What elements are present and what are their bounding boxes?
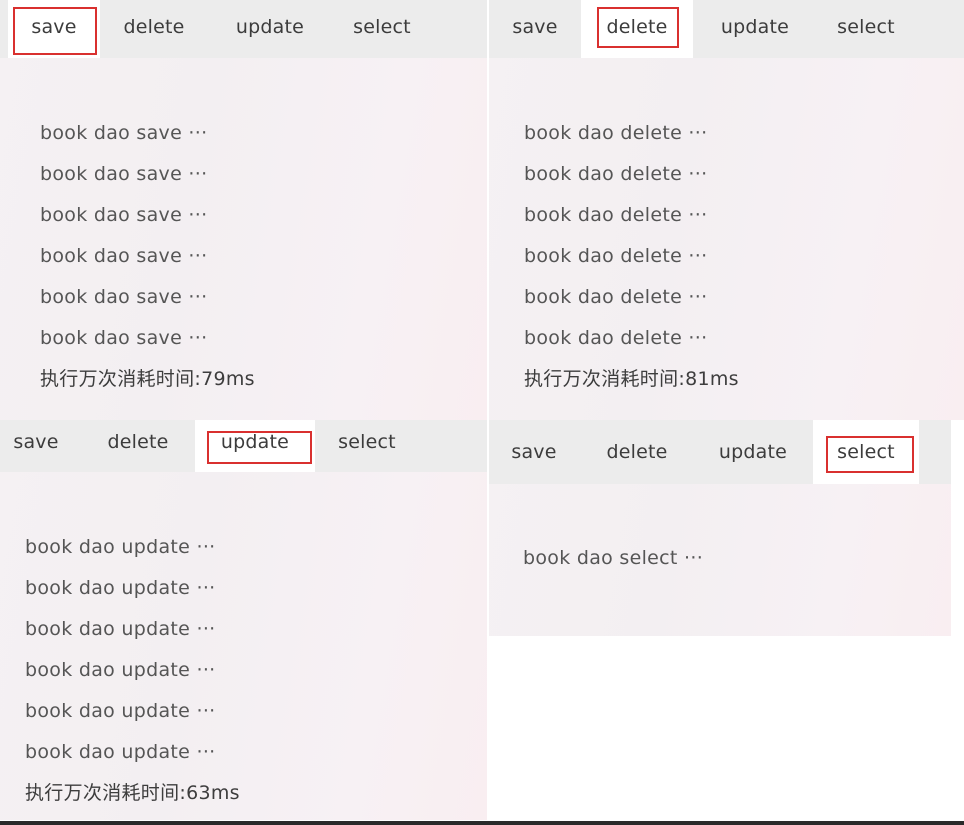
tab-update[interactable]: update bbox=[703, 420, 803, 484]
output-line: book dao save ··· bbox=[40, 327, 208, 349]
bottom-border bbox=[0, 821, 964, 825]
output-list: book dao save ··· book dao save ··· book… bbox=[40, 119, 255, 406]
output-line: book dao save ··· bbox=[40, 122, 208, 144]
tab-label: delete bbox=[107, 431, 169, 453]
tab-update[interactable]: update bbox=[195, 420, 315, 472]
output-line: book dao select ··· bbox=[523, 547, 704, 569]
output-line: book dao delete ··· bbox=[524, 327, 708, 349]
tab-update[interactable]: update bbox=[222, 0, 318, 58]
tab-select[interactable]: select bbox=[819, 0, 913, 58]
tab-label: select bbox=[338, 431, 396, 453]
tab-label: save bbox=[13, 431, 59, 453]
elapsed-time-result: 执行万次消耗时间:81ms bbox=[524, 368, 739, 390]
panel-save: save delete update select book dao save … bbox=[0, 0, 487, 420]
tab-select[interactable]: select bbox=[336, 0, 428, 58]
output-line: book dao delete ··· bbox=[524, 245, 708, 267]
tab-label: select bbox=[837, 16, 895, 38]
tab-bar: save delete update select bbox=[489, 420, 951, 484]
tab-label: save bbox=[512, 16, 558, 38]
output-list: book dao update ··· book dao update ··· … bbox=[25, 533, 240, 820]
elapsed-time-result: 执行万次消耗时间:63ms bbox=[25, 782, 240, 804]
tab-label: delete bbox=[123, 16, 185, 38]
tab-label: update bbox=[220, 431, 290, 453]
tab-label: select bbox=[837, 441, 895, 463]
tab-bar: save delete update select bbox=[0, 420, 487, 472]
tab-label: select bbox=[353, 16, 411, 38]
output-line: book dao delete ··· bbox=[524, 204, 708, 226]
output-line: book dao delete ··· bbox=[524, 286, 708, 308]
tab-delete[interactable]: delete bbox=[581, 0, 693, 58]
tab-delete[interactable]: delete bbox=[108, 0, 200, 58]
panel-update: save delete update select book dao updat… bbox=[0, 420, 487, 820]
output-line: book dao save ··· bbox=[40, 286, 208, 308]
elapsed-time-result: 执行万次消耗时间:79ms bbox=[40, 368, 255, 390]
tab-save[interactable]: save bbox=[8, 0, 100, 58]
tab-update[interactable]: update bbox=[707, 0, 803, 58]
tab-bar: save delete update select bbox=[0, 0, 487, 58]
output-line: book dao save ··· bbox=[40, 245, 208, 267]
output-line: book dao save ··· bbox=[40, 204, 208, 226]
output-line: book dao update ··· bbox=[25, 659, 216, 681]
tab-select[interactable]: select bbox=[322, 420, 412, 472]
tab-save[interactable]: save bbox=[0, 420, 72, 472]
tab-label: update bbox=[720, 16, 790, 38]
tab-save[interactable]: save bbox=[489, 0, 581, 58]
tab-delete[interactable]: delete bbox=[94, 420, 182, 472]
tab-label: save bbox=[31, 16, 77, 38]
tab-save[interactable]: save bbox=[489, 420, 579, 484]
output-line: book dao update ··· bbox=[25, 577, 216, 599]
tab-label: update bbox=[718, 441, 788, 463]
tab-label: delete bbox=[606, 441, 668, 463]
output-line: book dao update ··· bbox=[25, 741, 216, 763]
tab-select[interactable]: select bbox=[813, 420, 919, 484]
output-list: book dao delete ··· book dao delete ··· … bbox=[524, 119, 739, 406]
output-line: book dao update ··· bbox=[25, 618, 216, 640]
tab-label: delete bbox=[606, 16, 668, 38]
tab-bar: save delete update select bbox=[489, 0, 964, 58]
panel-select: save delete update select book dao selec… bbox=[489, 420, 951, 636]
tab-delete[interactable]: delete bbox=[589, 420, 685, 484]
output-line: book dao delete ··· bbox=[524, 122, 708, 144]
tab-label: update bbox=[235, 16, 305, 38]
output-line: book dao update ··· bbox=[25, 700, 216, 722]
output-list: book dao select ··· bbox=[523, 544, 703, 585]
output-line: book dao update ··· bbox=[25, 536, 216, 558]
output-line: book dao save ··· bbox=[40, 163, 208, 185]
panel-delete: save delete update select book dao delet… bbox=[489, 0, 964, 420]
panel-divider bbox=[487, 0, 489, 636]
tab-label: save bbox=[511, 441, 557, 463]
output-line: book dao delete ··· bbox=[524, 163, 708, 185]
